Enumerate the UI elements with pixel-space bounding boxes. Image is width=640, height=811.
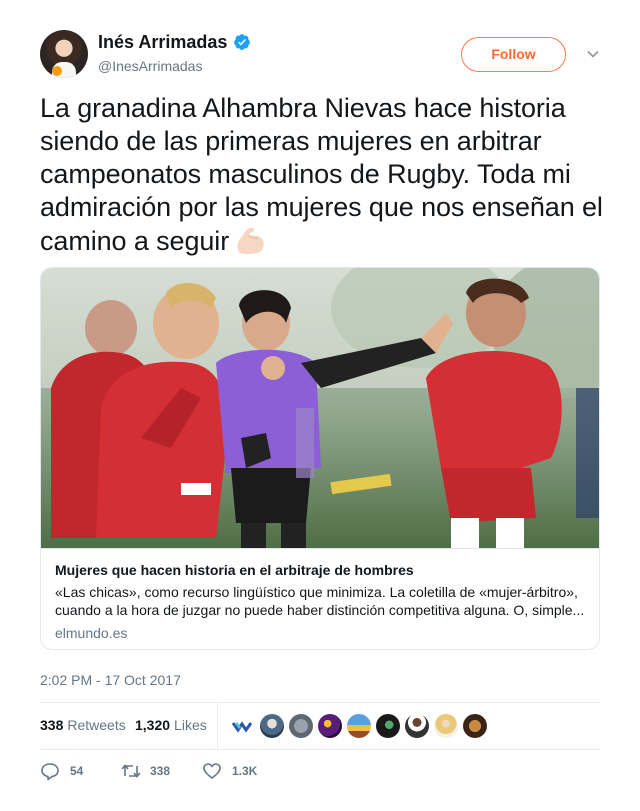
author-avatar[interactable] [40, 30, 88, 78]
tweet-header: Inés Arrimadas @InesArrimadas Follow [40, 30, 600, 82]
verified-badge-icon [234, 34, 250, 50]
card-body[interactable]: Mujeres que hacen historia en el arbitra… [41, 548, 599, 649]
like-button[interactable]: 1.3K [202, 760, 282, 782]
like-count: 1.3K [232, 764, 258, 778]
author-name[interactable]: Inés Arrimadas [98, 32, 227, 53]
retweets-label: Retweets [67, 717, 126, 733]
liker-avatar[interactable] [260, 714, 284, 738]
likes-count: 1,320 [135, 717, 171, 733]
heart-icon [203, 763, 221, 779]
card-description-line: cuando a la hora de juzgar no puede habe… [55, 602, 585, 618]
liker-avatar[interactable] [376, 714, 400, 738]
divider [217, 703, 218, 749]
liker-avatar[interactable] [289, 714, 313, 738]
tweet-actions: 54 338 1.3K [40, 760, 600, 782]
author-handle[interactable]: @InesArrimadas [98, 58, 202, 74]
divider [40, 749, 600, 750]
card-image[interactable] [41, 268, 599, 548]
card-title[interactable]: Mujeres que hacen historia en el arbitra… [55, 561, 585, 579]
reply-button[interactable]: 54 [40, 760, 110, 782]
liker-avatar[interactable] [463, 714, 487, 738]
retweets-count: 338 [40, 717, 64, 733]
liker-avatar[interactable] [434, 714, 458, 738]
card-domain: elmundo.es [55, 625, 128, 641]
retweet-count: 338 [150, 764, 171, 778]
retweet-icon [121, 764, 141, 778]
reply-count: 54 [70, 764, 84, 778]
follow-button[interactable]: Follow [461, 37, 566, 72]
likes-stat[interactable]: 1,320 Likes [135, 717, 207, 733]
tweet-stats: 338 Retweets 1,320 Likes [40, 703, 600, 749]
card-description-line: «Las chicas», como recurso lingüístico q… [55, 584, 578, 600]
retweets-stat[interactable]: 338 Retweets [40, 717, 126, 733]
likes-label: Likes [174, 717, 207, 733]
reply-icon [41, 763, 59, 781]
liker-avatar[interactable] [230, 714, 254, 738]
link-card[interactable]: Mujeres que hacen historia en el arbitra… [40, 267, 600, 650]
liker-avatar[interactable] [405, 714, 429, 738]
liker-avatar[interactable] [347, 714, 371, 738]
liker-avatar[interactable] [318, 714, 342, 738]
card-description: «Las chicas», como recurso lingüístico q… [55, 583, 585, 619]
retweet-button[interactable]: 338 [120, 760, 200, 782]
tweet-text-body: La granadina Alhambra Nievas hace histor… [40, 93, 603, 256]
flexed-biceps-icon [237, 227, 264, 254]
tweet-timestamp[interactable]: 2:02 PM - 17 Oct 2017 [40, 672, 181, 688]
tweet-text: La granadina Alhambra Nievas hace histor… [40, 92, 610, 258]
chevron-down-icon[interactable] [586, 47, 600, 61]
